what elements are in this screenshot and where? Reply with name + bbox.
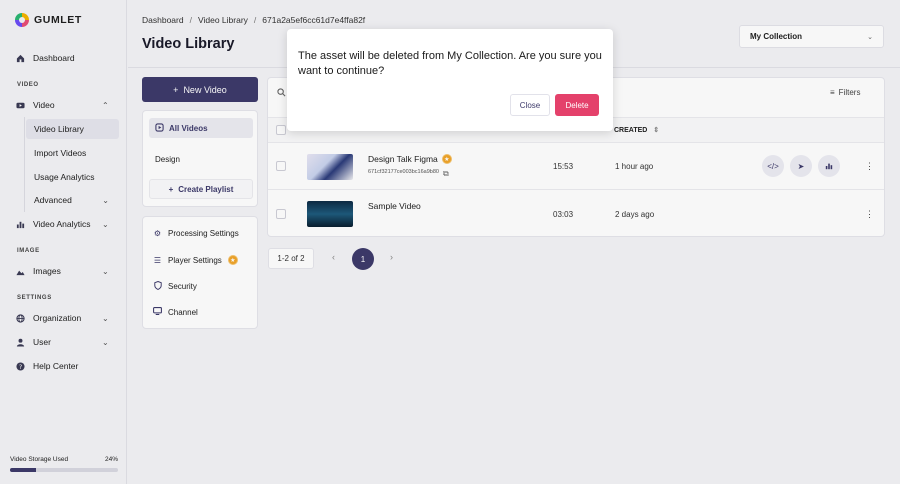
delete-confirm-dialog: The asset will be deleted from My Collec… [287,29,613,131]
close-button[interactable]: Close [510,94,550,116]
delete-button[interactable]: Delete [555,94,599,116]
dialog-message: The asset will be deleted from My Collec… [298,50,602,77]
